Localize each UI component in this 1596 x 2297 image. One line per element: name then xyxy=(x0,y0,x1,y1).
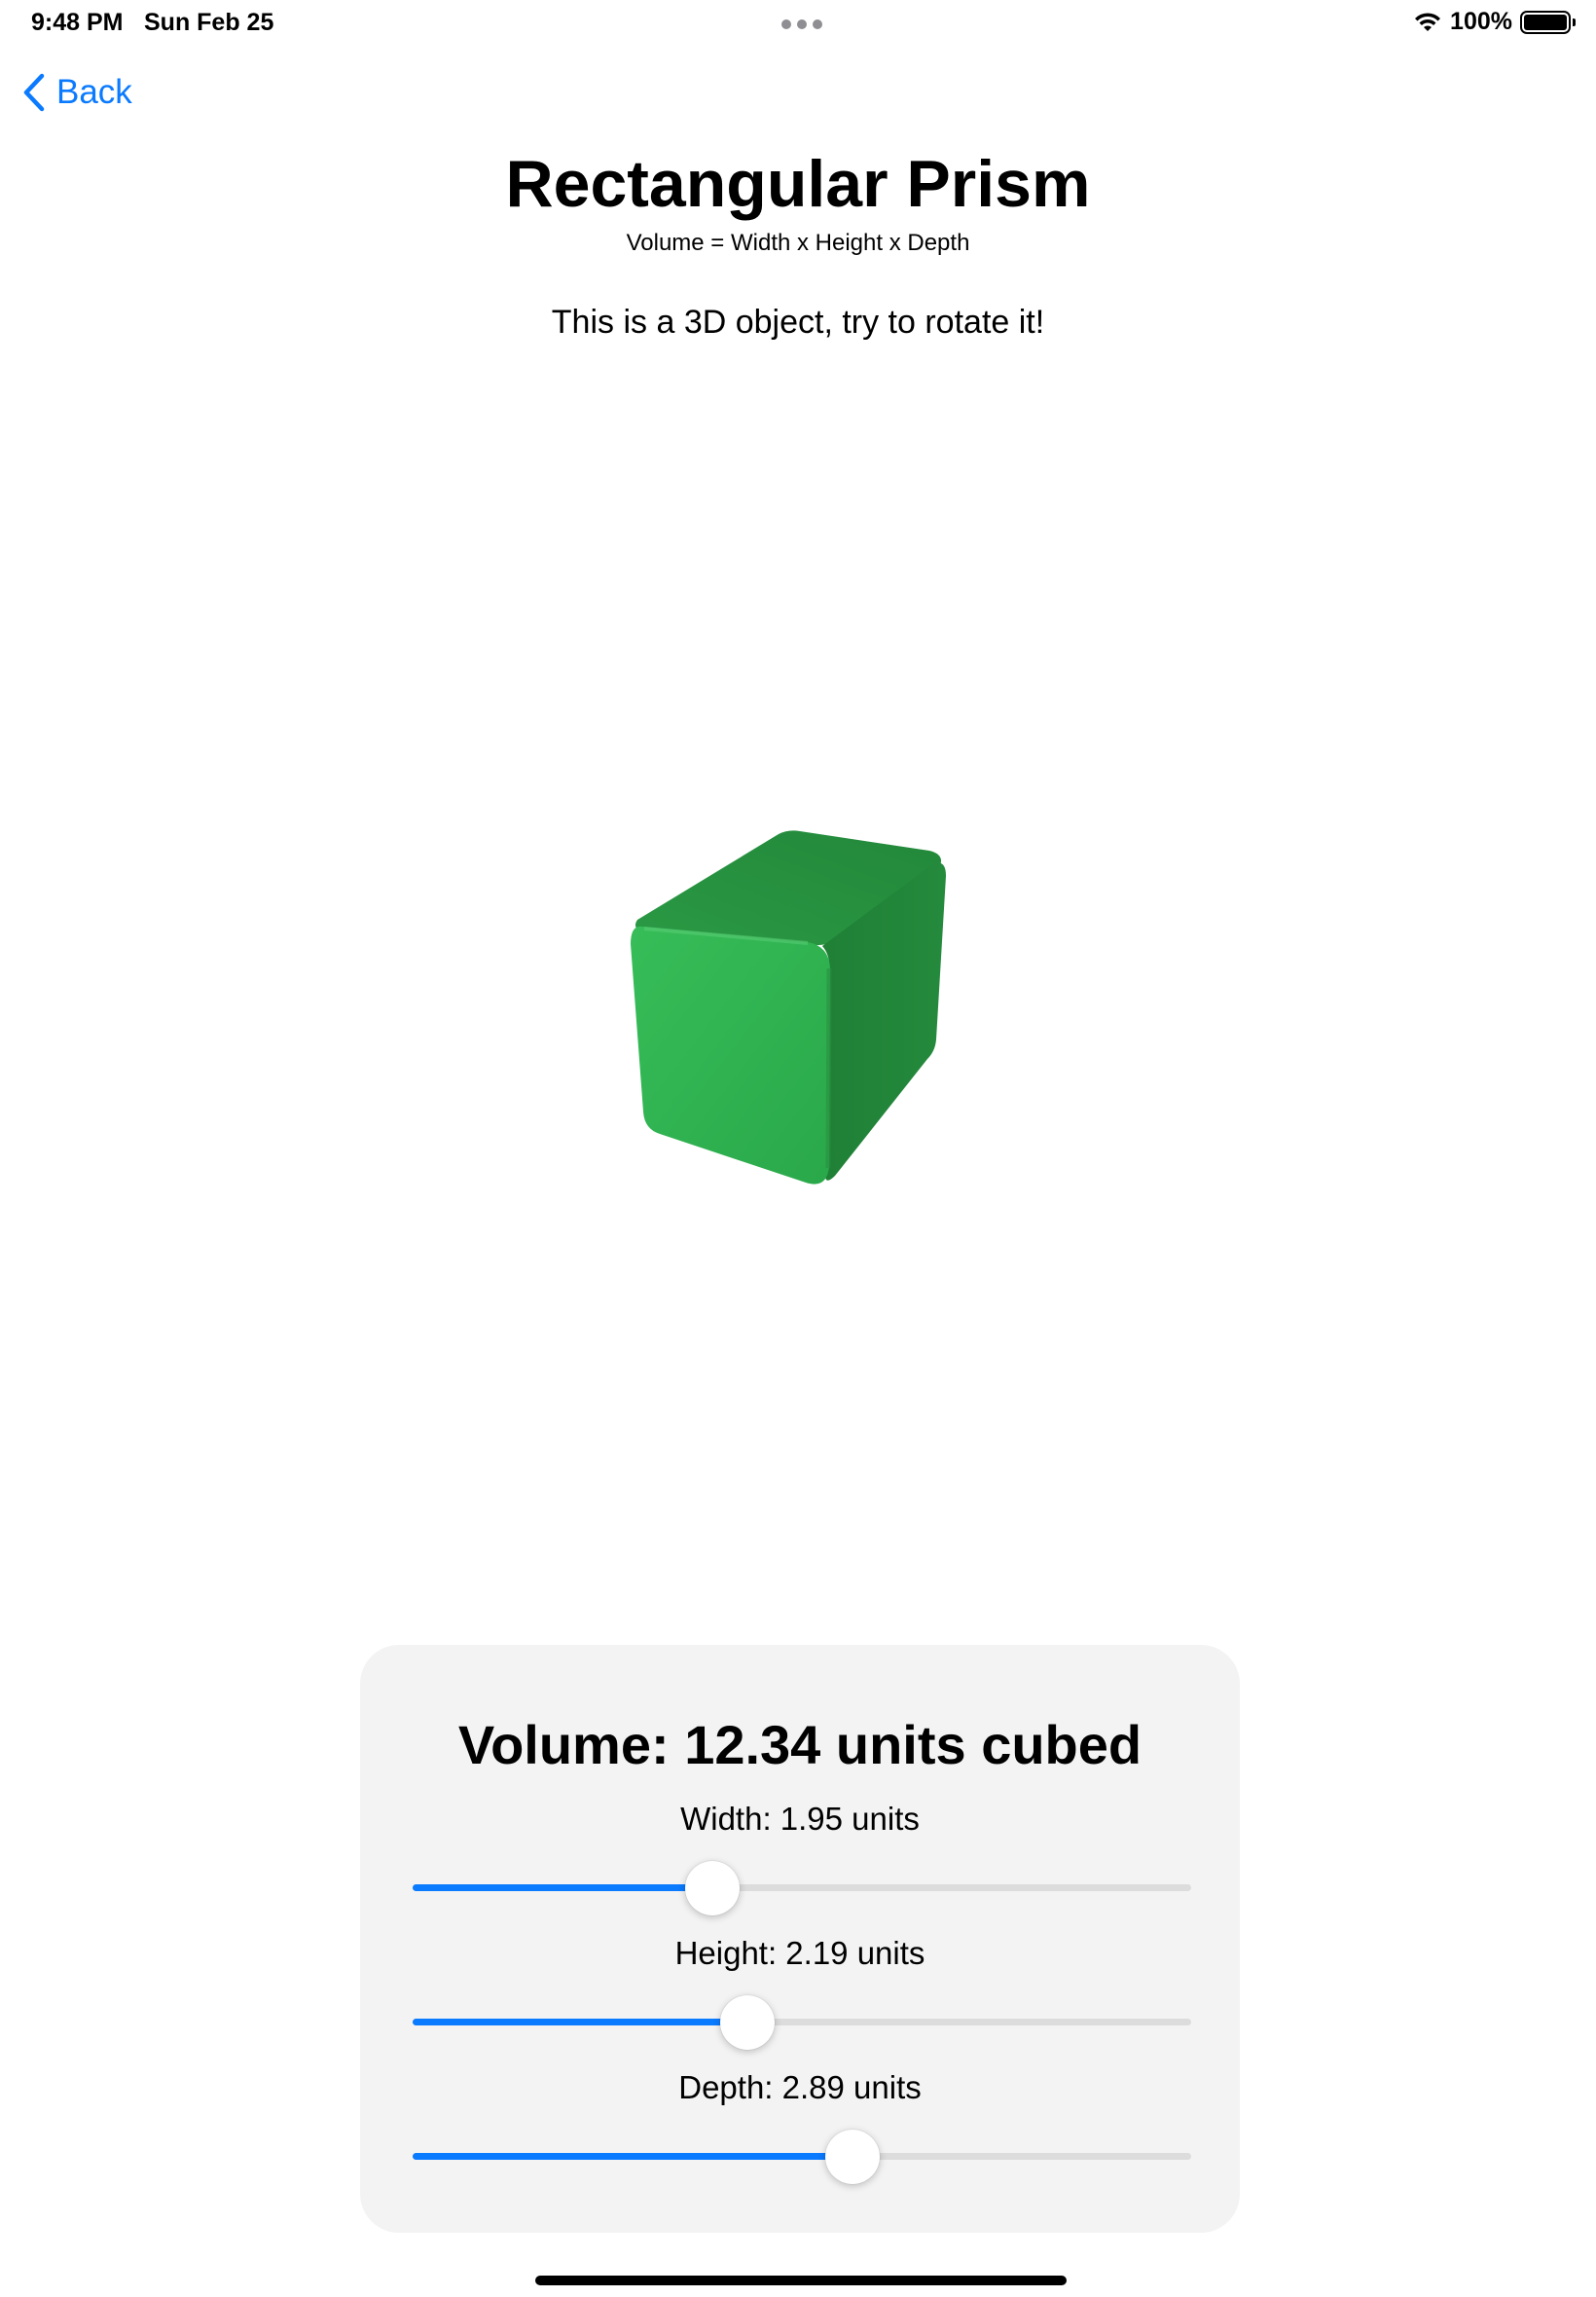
screen: 9:48 PM Sun Feb 25 100% Back Rectangular… xyxy=(0,0,1596,2297)
3d-scene-view[interactable] xyxy=(0,350,1596,1635)
volume-readout: Volume: 12.34 units cubed xyxy=(457,1714,1143,1775)
back-button[interactable]: Back xyxy=(21,72,132,113)
status-right: 100% xyxy=(1413,8,1576,36)
depth-label: Depth: 2.89 units xyxy=(678,2069,922,2105)
slider-thumb[interactable] xyxy=(825,2130,880,2184)
battery-icon xyxy=(1520,10,1576,34)
wifi-icon xyxy=(1415,12,1441,31)
slider-fill xyxy=(413,2153,852,2160)
depth-slider[interactable] xyxy=(413,2128,1191,2186)
page-title: Rectangular Prism xyxy=(505,147,1091,221)
slider-thumb[interactable] xyxy=(720,1995,775,2050)
status-date: Sun Feb 25 xyxy=(144,9,274,36)
prism-front-face xyxy=(631,926,830,1185)
volume-formula: Volume = Width x Height x Depth xyxy=(626,230,970,256)
status-bar: 9:48 PM Sun Feb 25 100% xyxy=(0,0,1596,47)
chevron-left-icon xyxy=(23,73,45,112)
slider-thumb[interactable] xyxy=(685,1861,740,1915)
back-label: Back xyxy=(56,73,132,111)
status-time: 9:48 PM xyxy=(31,9,124,36)
height-label: Height: 2.19 units xyxy=(674,1935,925,1971)
width-label: Width: 1.95 units xyxy=(680,1801,920,1837)
prism-model[interactable] xyxy=(0,350,1596,1635)
slider-fill xyxy=(413,1884,712,1891)
multitasking-dots-icon[interactable] xyxy=(781,19,822,29)
rotate-hint: This is a 3D object, try to rotate it! xyxy=(551,304,1045,341)
width-slider[interactable] xyxy=(413,1859,1191,1917)
battery-percentage: 100% xyxy=(1450,8,1512,35)
slider-fill xyxy=(413,2019,747,2025)
controls-panel: Volume: 12.34 units cubed Width: 1.95 un… xyxy=(360,1645,1240,2233)
home-indicator[interactable] xyxy=(535,2276,1067,2285)
height-slider[interactable] xyxy=(413,1993,1191,2052)
